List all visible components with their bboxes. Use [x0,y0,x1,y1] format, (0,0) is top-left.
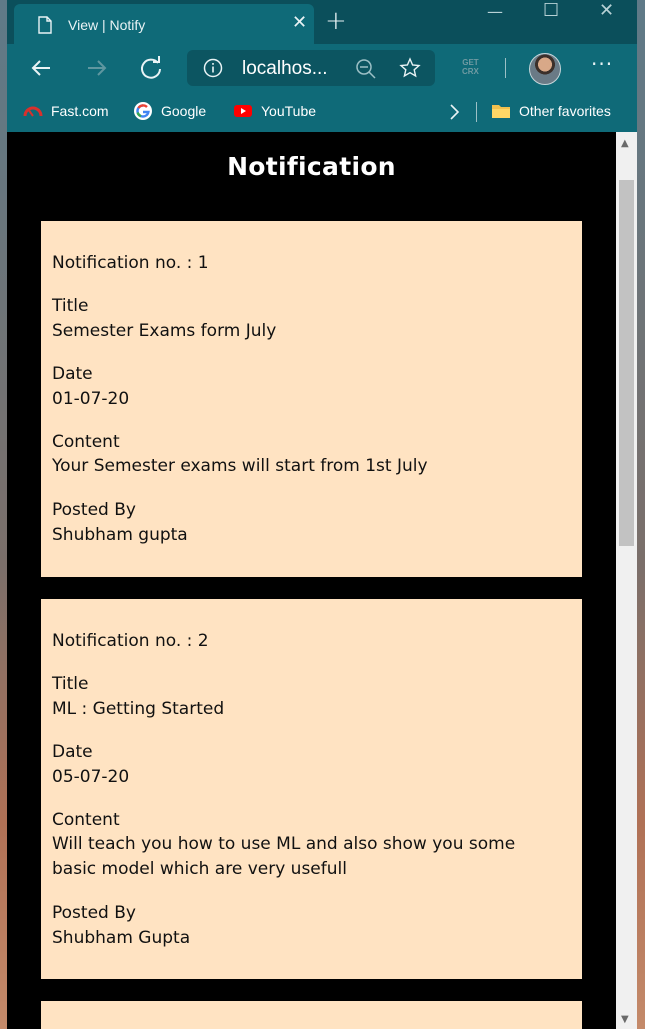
profile-avatar[interactable] [529,53,561,85]
favorite-star-icon[interactable] [399,57,421,79]
vertical-scrollbar[interactable]: ▲ ▼ [616,132,637,1029]
chevron-right-icon[interactable] [447,102,461,122]
page-title: Notification [227,152,396,181]
posted-by-value: Shubham gupta [52,525,188,545]
zoom-out-icon[interactable] [355,58,377,80]
maximize-icon[interactable]: ☐ [543,0,559,21]
favorites-separator [476,102,477,122]
navigation-bar: localhos... GET CRX ··· [7,44,637,92]
folder-icon [492,105,510,118]
other-favorites[interactable]: Other favorites [491,101,611,121]
info-icon[interactable] [203,58,223,78]
notification-card: Notification no. : 2 Title ML : Getting … [41,599,582,979]
notification-card: Notification no. : 1 Title Semester Exam… [41,221,582,577]
posted-by-label: Posted By [52,903,136,923]
google-icon [134,102,152,120]
posted-by-label: Posted By [52,500,136,520]
title-label: Title [52,674,89,694]
tab-view-notify[interactable]: View | Notify ✕ [14,4,314,44]
date-label: Date [52,742,93,762]
back-arrow-icon[interactable] [27,54,55,82]
content-value: Will teach you how to use ML and also sh… [52,834,516,879]
scroll-up-arrow-icon[interactable]: ▲ [621,138,629,149]
youtube-icon [234,105,252,117]
favorites-bar: Fast.com Google YouTube Other favorites [7,92,637,132]
address-bar[interactable]: localhos... [187,50,435,86]
title-value: ML : Getting Started [52,699,225,719]
favorite-fastcom[interactable]: Fast.com [23,101,109,121]
browser-window: View | Notify ✕ + — ☐ ✕ localhos... GET … [7,0,637,1029]
fastcom-icon [23,106,43,117]
title-value: Semester Exams form July [52,321,277,341]
scroll-down-arrow-icon[interactable]: ▼ [621,1014,629,1025]
new-tab-button[interactable]: + [325,8,347,34]
scrollbar-thumb[interactable] [619,180,634,546]
notification-card-partial [41,1001,582,1029]
title-label: Title [52,296,89,316]
url-text[interactable]: localhos... [242,58,328,80]
notification-number: Notification no. : 1 [52,253,209,273]
posted-by-value: Shubham Gupta [52,928,191,948]
date-label: Date [52,364,93,384]
tab-strip: View | Notify ✕ + — ☐ ✕ [7,0,637,44]
minimize-icon[interactable]: — [487,2,503,21]
date-value: 01-07-20 [52,389,130,409]
forward-arrow-icon[interactable] [83,54,111,82]
close-window-icon[interactable]: ✕ [599,0,614,21]
notification-number: Notification no. : 2 [52,631,209,651]
content-label: Content [52,432,120,452]
page-icon [38,16,52,34]
content-value: Your Semester exams will start from 1st … [52,456,428,476]
content-label: Content [52,810,120,830]
refresh-icon[interactable] [137,54,165,82]
page-viewport: Notification Notification no. : 1 Title … [7,132,616,1029]
toolbar-separator [505,58,506,78]
date-value: 05-07-20 [52,767,130,787]
tab-close-icon[interactable]: ✕ [292,14,307,32]
tab-title: View | Notify [68,17,146,33]
favorite-google[interactable]: Google [133,101,206,121]
favorite-youtube[interactable]: YouTube [233,101,316,121]
more-options-icon[interactable]: ··· [591,52,613,76]
get-crx-extension-icon[interactable]: GET CRX [462,58,479,76]
